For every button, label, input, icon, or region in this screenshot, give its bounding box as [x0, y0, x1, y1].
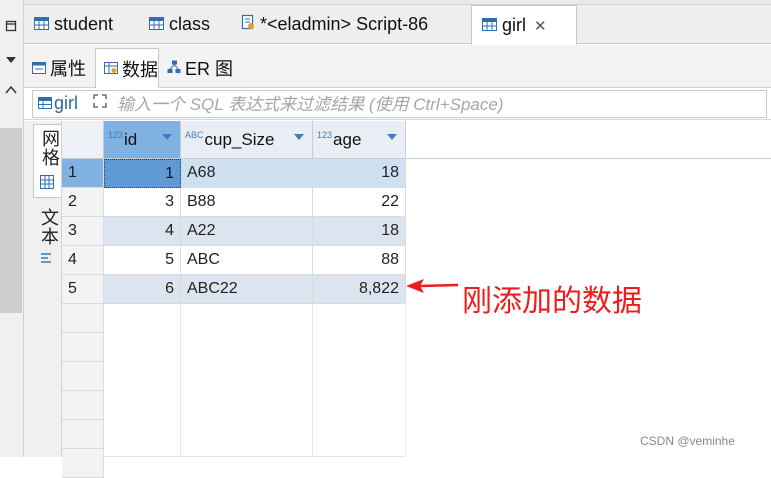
tab-label: 属性: [50, 59, 86, 79]
cell-age[interactable]: 18: [313, 159, 406, 188]
row-number-header[interactable]: [62, 121, 104, 159]
table-row[interactable]: 3 4 A22 18: [62, 217, 406, 246]
table-icon: [34, 14, 49, 35]
table-row[interactable]: 5 6 ABC22 8,822: [62, 275, 406, 304]
empty-grid-area: [181, 304, 313, 457]
er-diagram-icon: [167, 58, 181, 79]
row-number[interactable]: 4: [62, 246, 104, 275]
filter-table-name: girl: [54, 93, 79, 113]
row-number[interactable]: 5: [62, 275, 104, 304]
empty-row-header: [62, 333, 104, 362]
tab-label: 数据: [122, 59, 158, 80]
column-header-id[interactable]: 123 id: [104, 121, 181, 159]
row-number[interactable]: 3: [62, 217, 104, 246]
empty-row-header: [62, 304, 104, 333]
tab-data[interactable]: 数据: [95, 48, 159, 88]
watermark: CSDN @veminhe: [640, 434, 735, 448]
view-text-tab[interactable]: 文本: [33, 206, 61, 276]
cell-age[interactable]: 88: [313, 246, 406, 275]
cell-id[interactable]: 6: [104, 275, 181, 304]
sort-icon[interactable]: [294, 134, 304, 140]
tab-label: girl: [502, 15, 527, 35]
cell-age[interactable]: 18: [313, 217, 406, 246]
tab-class[interactable]: class: [139, 5, 231, 44]
sort-icon[interactable]: [387, 134, 397, 140]
tab-script-86[interactable]: *<eladmin> Script-86: [231, 5, 471, 44]
cell-cup-size[interactable]: B88: [181, 188, 313, 217]
column-name: id: [124, 129, 138, 149]
text-type-icon: ABC: [185, 129, 204, 140]
numeric-type-icon: 123: [317, 129, 333, 140]
text-icon: [40, 252, 52, 271]
properties-icon: [32, 58, 46, 79]
column-name: age: [333, 129, 362, 149]
numeric-type-icon: 123: [108, 129, 124, 140]
column-header-age[interactable]: 123 age: [313, 121, 406, 159]
annotation-arrow-icon: [406, 279, 459, 293]
row-number[interactable]: 2: [62, 188, 104, 217]
cell-cup-size[interactable]: A22: [181, 217, 313, 246]
cell-id[interactable]: 5: [104, 246, 181, 275]
cell-id[interactable]: 4: [104, 217, 181, 246]
tab-er-diagram[interactable]: ER 图: [159, 48, 239, 88]
tab-girl[interactable]: girl ✕: [471, 5, 577, 45]
column-header-filler: [406, 121, 771, 159]
sql-script-icon: [241, 14, 255, 35]
text-view-label: 文本: [39, 208, 59, 246]
view-grid-tab[interactable]: 网格: [33, 124, 61, 198]
data-grid-icon: [104, 58, 118, 79]
left-scrollbar-thumb[interactable]: [0, 128, 22, 313]
cell-id[interactable]: 1: [104, 159, 181, 188]
table-icon: [149, 14, 164, 35]
restore-icon[interactable]: [3, 20, 19, 36]
table-icon: [38, 93, 52, 114]
filter-table-label: girl: [38, 93, 78, 114]
column-name: cup_Size: [204, 129, 275, 149]
table-icon: [482, 15, 497, 36]
empty-row-header: [62, 391, 104, 420]
tab-properties[interactable]: 属性: [24, 48, 96, 88]
filter-box: girl: [32, 90, 767, 118]
empty-row-header: [62, 449, 104, 478]
empty-grid-area: [313, 304, 406, 457]
sub-tab-bar: 属性 数据 ER 图: [24, 45, 771, 88]
cell-age[interactable]: 22: [313, 188, 406, 217]
empty-row-header: [62, 420, 104, 449]
empty-row-header: [62, 362, 104, 391]
table-row[interactable]: 2 3 B88 22: [62, 188, 406, 217]
row-number[interactable]: 1: [62, 159, 104, 188]
table-row[interactable]: 1 1 A68 18: [62, 159, 406, 188]
cell-age[interactable]: 8,822: [313, 275, 406, 304]
tab-label: student: [54, 14, 114, 34]
dropdown-icon[interactable]: [3, 54, 19, 70]
filter-bar: girl: [24, 88, 771, 120]
cell-id[interactable]: 3: [104, 188, 181, 217]
tab-label: class: [169, 14, 211, 34]
table-row[interactable]: 4 5 ABC 88: [62, 246, 406, 275]
cell-cup-size[interactable]: ABC22: [181, 275, 313, 304]
sql-filter-input[interactable]: [117, 94, 757, 116]
cell-cup-size[interactable]: ABC: [181, 246, 313, 275]
tab-label: ER 图: [185, 59, 234, 79]
tab-student[interactable]: student: [24, 5, 139, 44]
column-header-cup-size[interactable]: ABC cup_Size: [181, 121, 313, 159]
sort-icon[interactable]: [162, 134, 172, 140]
grid-icon: [40, 175, 54, 194]
grid-view-label: 网格: [40, 129, 60, 167]
chevron-up-icon[interactable]: [3, 84, 19, 100]
cell-cup-size[interactable]: A68: [181, 159, 313, 188]
close-icon[interactable]: ✕: [534, 17, 547, 35]
editor-tab-bar: student class *<eladmin> Script-86 girl …: [24, 5, 771, 45]
annotation-text: 刚添加的数据: [462, 285, 642, 318]
expand-icon[interactable]: [93, 94, 111, 112]
empty-grid-area: [104, 304, 181, 457]
tab-label: *<eladmin> Script-86: [260, 14, 429, 34]
